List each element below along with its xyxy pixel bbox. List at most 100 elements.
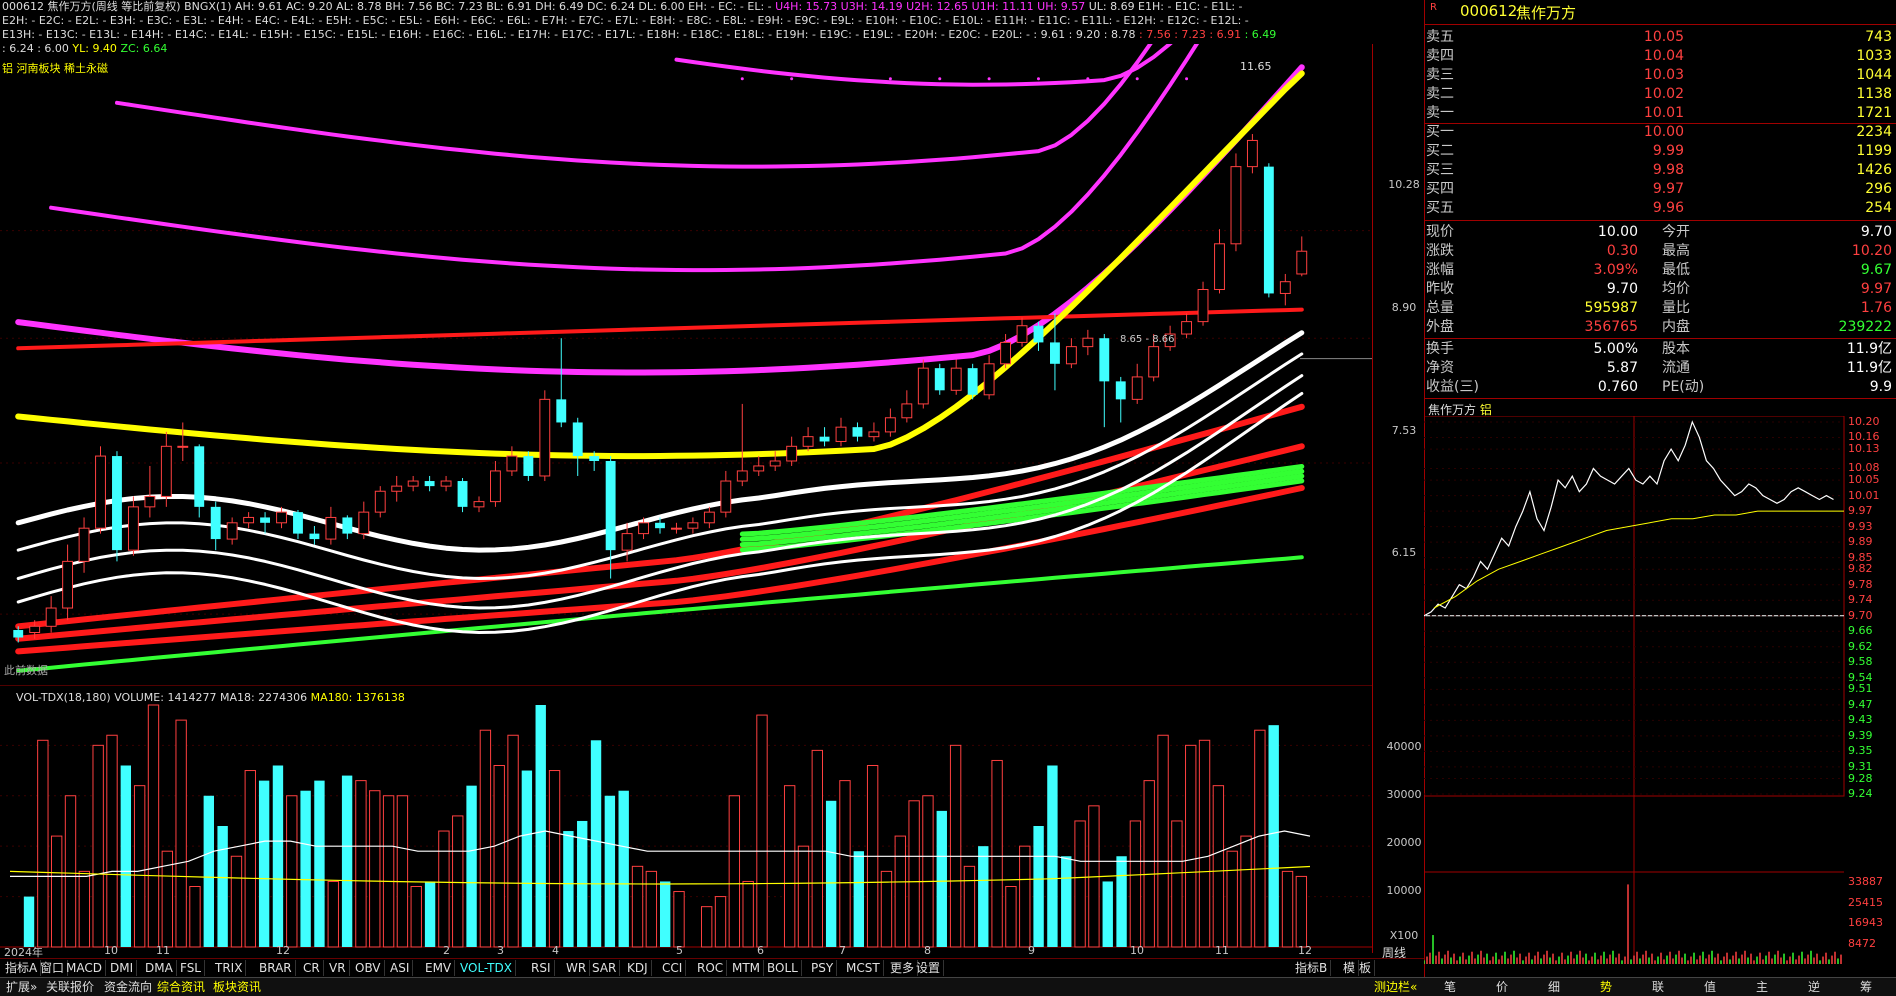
stat-v2: 1.76 [1860,300,1892,316]
vol-bar-up [1198,739,1211,948]
vol-bar-up [438,830,450,948]
indicator-tab[interactable]: CCI [659,960,687,976]
bid-row[interactable]: 买五 9.96 254 [1424,199,1896,218]
candle-body-up [868,431,880,438]
indicator-tab[interactable]: MCST [843,960,884,976]
candle-body-down [457,481,468,507]
indicator-tab[interactable]: PSY [808,960,838,976]
stat-l1: 换手 [1426,341,1454,357]
order-price: 9.97 [1652,181,1684,197]
vol-bar-down [23,896,35,947]
indicator-tab[interactable]: MTM [729,960,765,976]
expand-button[interactable]: 扩展» [2,979,41,995]
indicator-tab[interactable]: TRIX [212,960,247,976]
indicator-tab[interactable]: WR [563,960,591,976]
candle-body-up [786,445,798,462]
vol-bar-up [922,795,934,948]
indicator-tab[interactable]: OBV [352,960,385,976]
vol-bar-down [300,790,311,947]
vol-bar-up [382,795,395,948]
candle-body-up [276,511,287,524]
stat-v1: 356765 [1584,319,1638,335]
indicator-tab[interactable]: 设置 [913,960,945,976]
bid-row[interactable]: 买四 9.97 296 [1424,180,1896,199]
bid-row[interactable]: 买二 9.99 1199 [1424,142,1896,161]
sector-news-tab[interactable]: 板块资讯 [209,979,265,995]
order-vol: 743 [1865,29,1892,45]
indicator-tab[interactable]: SAR [589,960,621,976]
news-tab[interactable]: 综合资讯 [153,979,209,995]
price-axis-label: 8.90 [1391,301,1417,314]
indicator-b-tab[interactable]: 板 [1356,960,1376,976]
candle-body-down [1050,342,1060,364]
stat-v1: 0.760 [1597,379,1638,395]
detail-tab[interactable]: 逆 [1788,979,1840,995]
order-vol: 1044 [1856,67,1892,83]
ask-row[interactable]: 卖二 10.02 1138 [1424,85,1896,104]
vol-bar-down [1033,826,1044,947]
vol-bar-up [147,704,160,948]
indicator-tab[interactable]: MACD [63,960,106,976]
stat-v1: 3.09% [1593,262,1638,278]
stat-row: 现价 10.00 今开 9.70 [1424,223,1896,242]
x-label: 2 [443,944,450,957]
x-label: 8 [924,944,931,957]
intraday-axis-label: 9.28 [1848,771,1873,785]
intraday-chart[interactable] [1424,416,1896,968]
detail-tab[interactable]: 值 [1684,979,1736,995]
detail-tab[interactable]: 细 [1528,979,1580,995]
vol-bar-down [120,765,132,947]
vol-bar-up [1254,729,1266,948]
indicator-tab[interactable]: FSL [177,960,205,976]
related-quotes-tab[interactable]: 关联报价 [42,979,98,995]
ask-row[interactable]: 卖四 10.04 1033 [1424,47,1896,66]
ask-row[interactable]: 卖五 10.05 743 [1424,28,1896,47]
indicator-tab[interactable]: BOLL [764,960,802,976]
order-price: 10.05 [1643,29,1684,45]
bid-row[interactable]: 买一 10.00 2234 [1424,123,1896,142]
indicator-tab[interactable]: BRAR [256,960,296,976]
bid-row[interactable]: 买三 9.98 1426 [1424,161,1896,180]
candle-body-up [490,470,501,503]
indicator-tab[interactable]: ROC [694,960,728,976]
detail-tab[interactable]: 笔 [1424,979,1476,995]
indicator-tab[interactable]: 指标A [2,960,42,976]
candle-body-down [342,517,353,534]
vol-bar-up [1185,744,1197,948]
vol-bar-up [507,734,519,948]
candle-body-up [703,511,715,524]
candle-body-up [177,445,189,448]
order-label: 卖三 [1426,67,1454,83]
indicator-tab[interactable]: VOL-TDX [457,960,516,976]
indicator-header-line2: E2H: - E2C: - E2L: - E3H: - E3C: - E3L: … [2,14,1249,27]
ask-row[interactable]: 卖一 10.01 1721 [1424,104,1896,123]
detail-tab[interactable]: 势 [1580,979,1632,995]
candle-body-down [293,512,303,534]
detail-tab[interactable]: 联 [1632,979,1684,995]
ask-row[interactable]: 卖三 10.03 1044 [1424,66,1896,85]
vol-bar-up [673,891,685,948]
indicator-b-tab[interactable]: 指标B [1292,960,1332,976]
indicator-tab[interactable]: CR [300,960,324,976]
intraday-axis-label: 9.43 [1848,713,1873,727]
x-label: 5 [676,944,683,957]
intraday-axis-label: 9.66 [1848,624,1873,638]
stat-v2: 9.70 [1860,224,1892,240]
sidebar-toggle[interactable]: 测边栏« [1370,979,1421,995]
indicator-tab[interactable]: RSI [528,960,555,976]
volume-chart[interactable] [0,685,1430,953]
detail-tab[interactable]: 筹 [1840,979,1892,995]
vol-bar-up [949,744,962,948]
fund-flow-tab[interactable]: 资金流向 [100,979,156,995]
detail-tab[interactable]: 价 [1476,979,1528,995]
detail-tab[interactable]: 主 [1736,979,1788,995]
candle-body-up [391,485,403,492]
indicator-tab[interactable]: DMA [142,960,177,976]
indicator-tab[interactable]: KDJ [624,960,652,976]
kline-chart[interactable] [0,44,1372,684]
indicator-tab[interactable]: ASI [387,960,414,976]
detail-tabs: 笔价细势联值主逆筹 [1424,977,1896,996]
indicator-tab[interactable]: DMI [107,960,138,976]
indicator-tab[interactable]: EMV [422,960,456,976]
indicator-tab[interactable]: VR [326,960,350,976]
